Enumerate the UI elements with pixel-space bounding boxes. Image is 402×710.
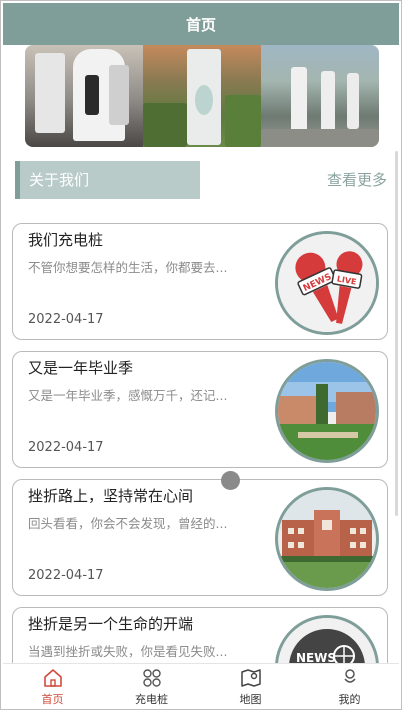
tab-label: 地图 <box>239 693 262 706</box>
banner-carousel[interactable] <box>25 45 379 147</box>
news-globe-icon: NEWS <box>275 615 379 663</box>
article-card[interactable]: 又是一年毕业季 又是一年毕业季，感慨万千，还记... 2022-04-17 <box>12 351 388 468</box>
tab-home[interactable]: 首页 <box>3 664 102 709</box>
article-date: 2022-04-17 <box>28 440 104 455</box>
article-card[interactable]: 挫折是另一个生命的开端 当遇到挫折或失败，你是看见失败... NEWS <box>12 607 388 663</box>
tab-label: 充电桩 <box>135 693 168 706</box>
grid-icon <box>140 666 164 690</box>
article-list: 我们充电桩 不管你想要怎样的生活，你都要去... 2022-04-17 NEWS <box>1 211 401 663</box>
article-date: 2022-04-17 <box>28 568 104 583</box>
article-summary: 当遇到挫折或失败，你是看见失败... <box>28 644 228 659</box>
tab-profile[interactable]: 我的 <box>300 664 399 709</box>
tab-label: 首页 <box>41 693 64 706</box>
user-icon <box>338 666 362 690</box>
top-bar: 首页 <box>3 3 399 45</box>
svg-text:NEWS: NEWS <box>296 651 336 663</box>
map-icon <box>239 666 263 690</box>
app-frame: 首页 关于我们 查看更多 我们充电桩 不管你想要怎样的生活，你都要去... 20… <box>0 0 402 710</box>
article-summary: 不管你想要怎样的生活，你都要去... <box>28 260 228 275</box>
about-us-header: 关于我们 查看更多 <box>15 161 387 199</box>
article-summary: 又是一年毕业季，感慨万千，还记... <box>28 388 228 403</box>
page-title: 首页 <box>185 15 216 34</box>
banner-image-charger-closeup <box>25 45 143 147</box>
banner-image-parking-chargers <box>261 45 379 147</box>
view-more-link[interactable]: 查看更多 <box>327 161 387 199</box>
tab-label: 我的 <box>338 693 361 706</box>
home-icon <box>41 666 65 690</box>
tab-map[interactable]: 地图 <box>201 664 300 709</box>
section-title: 关于我们 <box>29 171 90 189</box>
banner-image-charging-post <box>143 45 261 147</box>
floating-drag-handle[interactable] <box>221 471 240 490</box>
article-title: 挫折是另一个生命的开端 <box>28 615 194 633</box>
article-card[interactable]: 挫折路上，坚持常在心间 回头看看，你会不会发现，曾经的... 2022-04-1… <box>12 479 388 596</box>
article-summary: 回头看看，你会不会发现，曾经的... <box>28 516 228 531</box>
campus-building-photo <box>275 487 379 591</box>
article-title: 挫折路上，坚持常在心间 <box>28 487 194 505</box>
bottom-tab-bar: 首页 充电桩 地图 我的 <box>3 663 399 709</box>
article-card[interactable]: 我们充电桩 不管你想要怎样的生活，你都要去... 2022-04-17 NEWS <box>12 223 388 340</box>
article-date: 2022-04-17 <box>28 312 104 327</box>
tab-charging-piles[interactable]: 充电桩 <box>102 664 201 709</box>
campus-photo <box>275 359 379 463</box>
article-title: 又是一年毕业季 <box>28 359 134 377</box>
news-live-microphone-icon: NEWS LIVE <box>275 231 379 335</box>
article-title: 我们充电桩 <box>28 231 104 249</box>
